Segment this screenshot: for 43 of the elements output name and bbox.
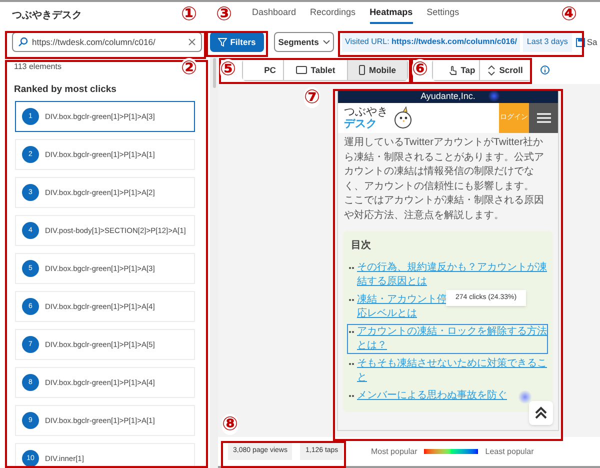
tablet-icon — [296, 66, 307, 74]
menu-icon — [536, 113, 550, 123]
toc-heading: 目次 — [351, 238, 371, 253]
bird-drawing — [392, 106, 414, 130]
logo-text: デスク — [344, 118, 378, 130]
phone-icon — [359, 65, 366, 75]
chevron-down-icon — [322, 40, 330, 44]
legend-label: Most popular — [371, 446, 418, 458]
search-field[interactable]: https://twdesk.com/column/c016/ — [12, 32, 202, 52]
nav-tab[interactable]: Dashboard — [252, 6, 296, 24]
filters-button[interactable]: Filters — [210, 32, 264, 52]
color-scale — [424, 449, 478, 454]
save-button[interactable]: Sa — [576, 32, 598, 52]
up-down-chevron-icon — [488, 64, 496, 76]
element-count: 113 elements — [14, 61, 62, 73]
visited-url-text: Visited URL: https://twdesk.com/column/c016/ — [345, 36, 517, 48]
logo-text: つぶやき — [344, 106, 388, 118]
scroll-top-button[interactable] — [529, 401, 553, 425]
heatmap-spot — [488, 90, 500, 102]
menu-button[interactable] — [529, 103, 558, 133]
visited-url-chip[interactable]: Visited URL: https://twdesk.com/column/c016/ — [342, 32, 520, 52]
nav-tab[interactable]: Settings — [426, 6, 460, 24]
filter-icon — [218, 38, 228, 46]
paragraph: ここではアカウントが凍結・制限される原因や対応方法、注意点を解説します。 — [344, 194, 545, 222]
list-heading: Ranked by most clicks — [14, 83, 116, 97]
site-banner: Ayudante,Inc. — [338, 90, 558, 103]
info-icon[interactable] — [540, 65, 550, 75]
segments-dropdown[interactable]: Segments — [274, 32, 334, 52]
app-title: つぶやきデスク — [12, 8, 82, 22]
heatmap-spot — [518, 390, 532, 404]
paragraph: 運用しているTwitterアカウントがTwitter社から凍結・制限されることがあります。公式アカウントの凍結は情報発信の制限だけでなく、アカウントの信頼性にも影響します。 — [344, 136, 545, 194]
hand-icon — [448, 66, 457, 74]
nav-tab[interactable]: Heatmaps — [370, 6, 413, 24]
search-icon — [18, 37, 28, 47]
save-icon — [576, 38, 585, 46]
nav-tab[interactable]: Recordings — [310, 6, 356, 24]
legend-label: Least popular — [485, 446, 534, 458]
double-chevron-up-icon — [534, 406, 548, 420]
device-tab[interactable]: Mobile — [347, 60, 407, 80]
scrollbar[interactable] — [210, 56, 218, 468]
date-range-chip[interactable]: Last 3 days — [522, 32, 572, 52]
close-icon[interactable] — [188, 38, 196, 46]
mode-tab[interactable]: Scroll — [479, 60, 531, 80]
